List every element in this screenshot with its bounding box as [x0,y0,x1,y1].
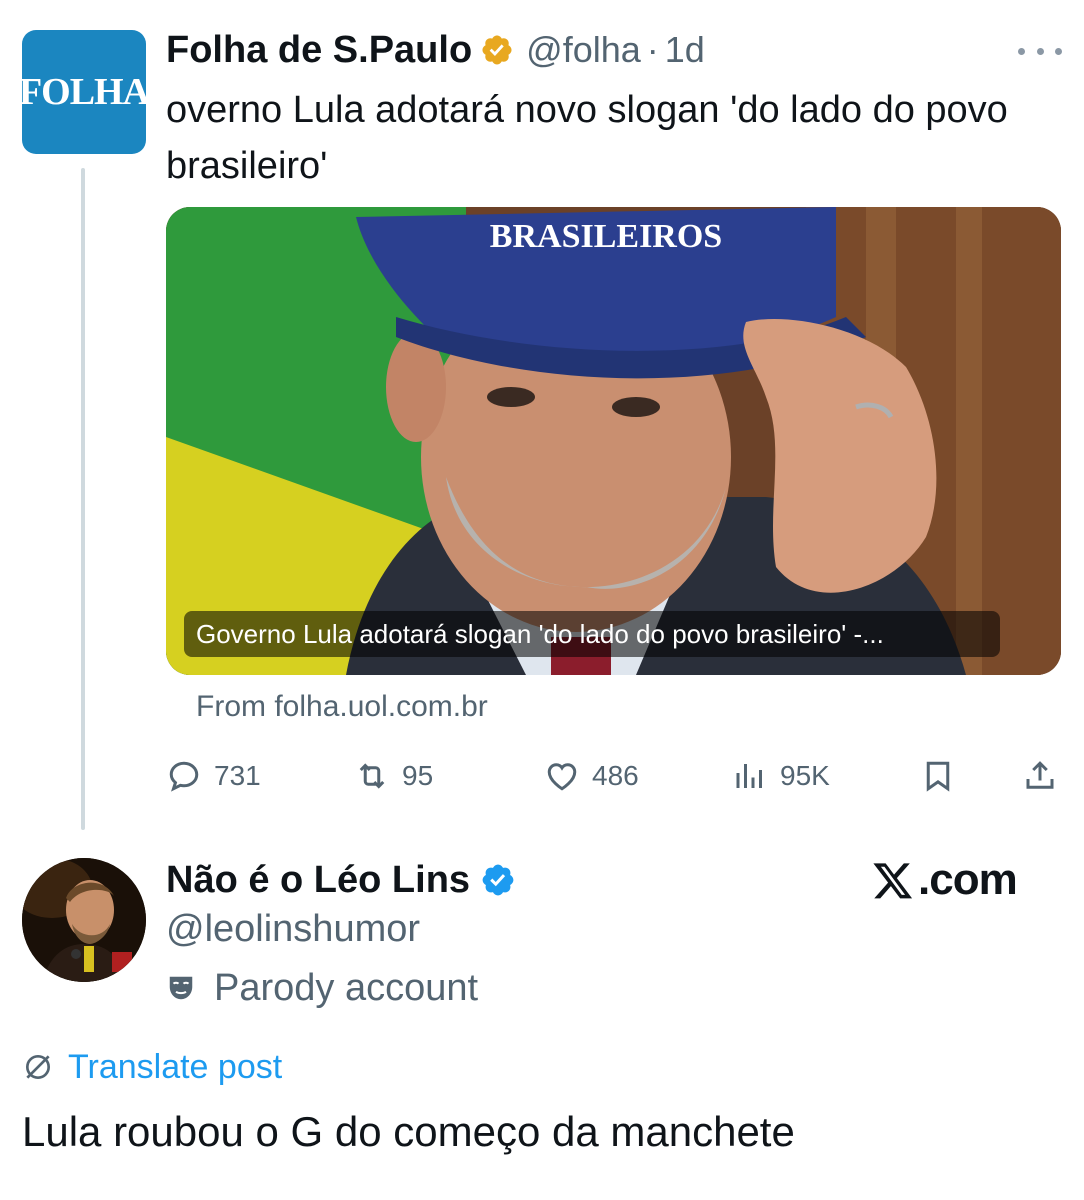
x-logo-icon [873,863,913,899]
link-card-image[interactable]: BRASILEIROS Governo Lula adotará slogan … [166,207,1061,675]
x-com-watermark: .com [872,854,1018,906]
leo-avatar[interactable] [22,858,146,982]
reply-count: 731 [214,760,261,791]
thread-connector-line [81,168,85,830]
reply-button[interactable]: 731 [166,750,261,802]
quoted-tweet-header: Folha de S.Paulo @folha · 1d [166,24,705,76]
folha-avatar-logo-text: FOLHA [22,71,146,113]
more-horizontal-icon[interactable] [1018,36,1062,66]
blue-check-icon [482,864,514,896]
cap-text: BRASILEIROS [490,218,722,255]
author-name[interactable]: Folha de S.Paulo [166,29,472,72]
reply-tweet-header: Não é o Léo Lins [166,854,516,906]
reply-tweet-text: Lula roubou o G do começo da manchete [22,1108,795,1155]
gold-check-icon [482,35,512,65]
link-card-source[interactable]: From folha.uol.com.br [196,690,488,724]
views-button[interactable]: 95K [732,750,830,802]
retweet-count: 95 [402,760,434,791]
heart-icon [547,763,577,791]
views-icon [736,764,762,788]
author-handle[interactable]: @leolinshumor [166,908,420,951]
retweet-icon [359,763,385,789]
like-button[interactable]: 486 [544,750,639,802]
retweet-button[interactable]: 95 [354,750,433,802]
parody-account-label: Parody account [214,966,479,1009]
reply-icon [169,761,199,792]
share-button[interactable] [1022,750,1058,802]
folha-avatar[interactable]: FOLHA [22,30,146,154]
views-count: 95K [780,760,830,791]
bookmark-icon [926,761,950,792]
separator-dot: · [646,29,659,70]
author-name[interactable]: Não é o Léo Lins [166,859,470,902]
x-com-text: .com [918,855,1018,904]
globe-icon [26,1055,50,1079]
translate-post-label: Translate post [68,1047,283,1086]
mask-icon [169,976,193,1000]
action-bar: 731 95 486 95K [166,750,1066,802]
quoted-tweet-text: overno Lula adotará novo slogan 'do lado… [166,89,1008,187]
author-handle[interactable]: @folha [526,29,641,71]
leo-avatar-photo [22,858,146,982]
translate-post-link[interactable]: Translate post [22,1044,282,1090]
link-card-title: Governo Lula adotará slogan 'do lado do … [184,611,1000,657]
parody-label-row: Parody account [166,962,478,1014]
share-icon [1026,761,1054,789]
like-count: 486 [592,760,639,791]
news-photo: BRASILEIROS [166,207,1061,675]
post-time[interactable]: 1d [665,29,705,71]
bookmark-button[interactable] [920,750,956,802]
